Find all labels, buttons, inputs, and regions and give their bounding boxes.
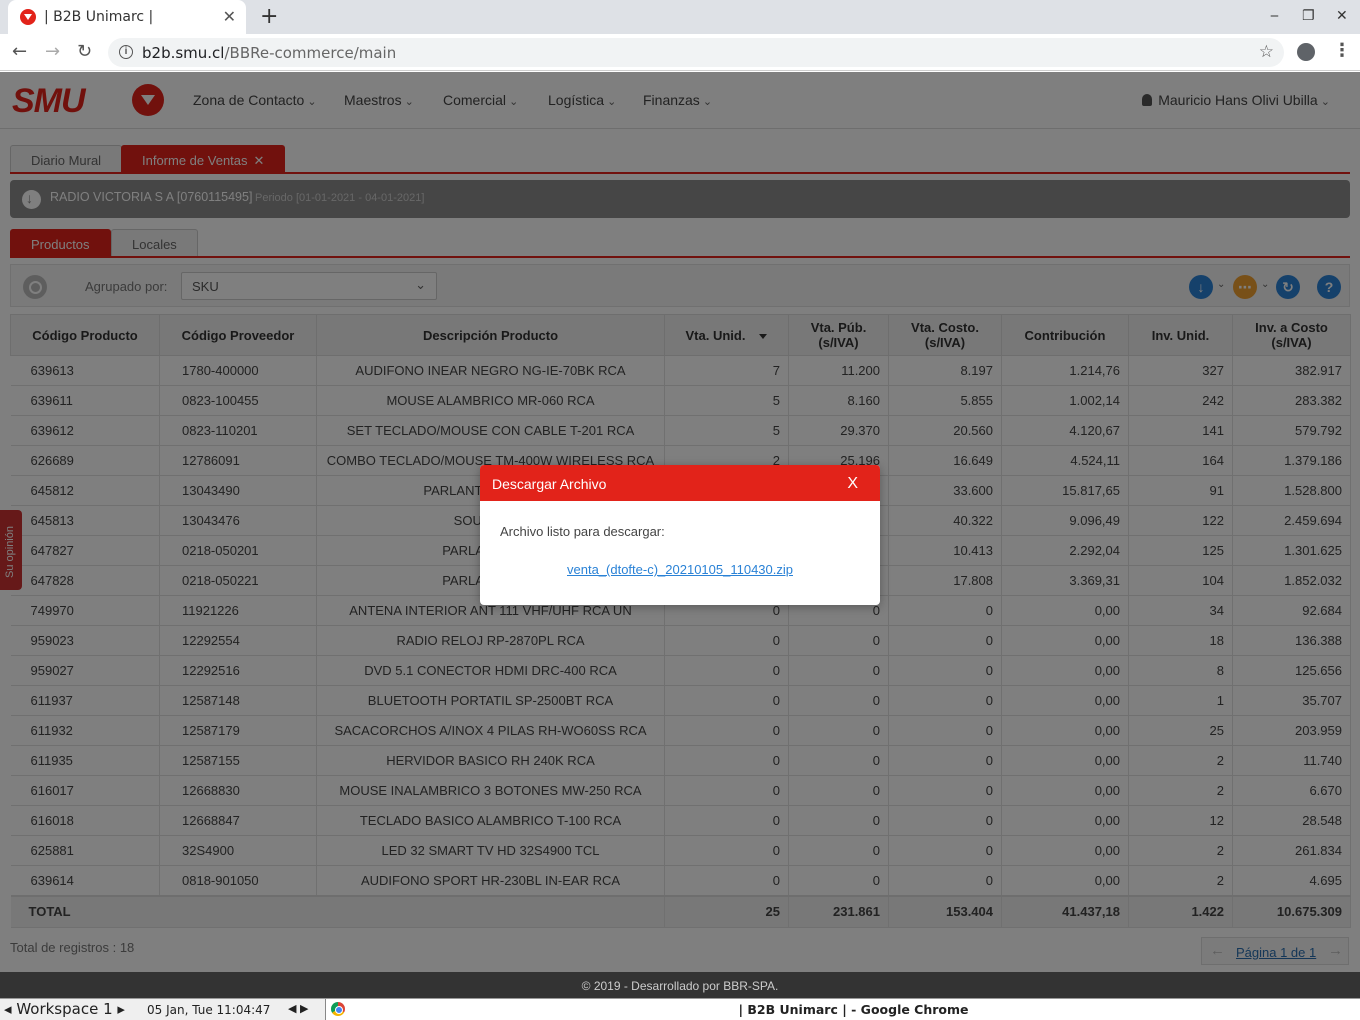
taskbar-window[interactable]: | B2B Unimarc | - Google Chrome [325, 999, 1360, 1020]
modal-close-button[interactable]: X [847, 475, 858, 493]
modal-header: Descargar Archivo X [480, 465, 880, 501]
site-info-icon[interactable]: i [119, 45, 133, 59]
back-icon[interactable]: ← [12, 41, 27, 62]
download-link[interactable]: venta_(dtofte-c)_20210105_110430.zip [480, 562, 880, 577]
bookmark-star-icon[interactable]: ☆ [1259, 42, 1274, 62]
browser-tab-title: | B2B Unimarc | [44, 9, 154, 25]
forward-icon[interactable]: → [45, 41, 60, 62]
window-nav-arrows[interactable]: ◀ ▶ [288, 1002, 308, 1015]
address-bar[interactable]: i b2b.smu.cl/BBRe-commerce/main ☆ [108, 38, 1284, 67]
minimize-icon[interactable]: ‒ [1270, 8, 1279, 24]
taskbar: ◂ Workspace 1 ▸ 05 Jan, Tue 11:04:47 ◀ ▶… [0, 998, 1360, 1020]
new-tab-icon[interactable]: + [260, 4, 278, 29]
workspace-switcher[interactable]: ◂ Workspace 1 ▸ [4, 1000, 125, 1018]
taskbar-window-title: | B2B Unimarc | - Google Chrome [738, 1002, 969, 1017]
close-tab-icon[interactable]: ✕ [223, 7, 236, 26]
unimarc-favicon-icon [20, 9, 36, 25]
close-window-icon[interactable]: ✕ [1336, 8, 1348, 24]
kebab-menu-icon[interactable]: ⋮ [1333, 40, 1351, 61]
restore-icon[interactable]: ❐ [1302, 8, 1315, 24]
clock: 05 Jan, Tue 11:04:47 [147, 1003, 271, 1017]
download-modal: Descargar Archivo X Archivo listo para d… [480, 465, 880, 605]
modal-message: Archivo listo para descargar: [500, 524, 665, 539]
modal-title: Descargar Archivo [492, 476, 607, 492]
browser-tab[interactable]: | B2B Unimarc | ✕ [8, 0, 246, 34]
browser-toolbar: ← → ↻ i b2b.smu.cl/BBRe-commerce/main ☆ … [0, 34, 1360, 71]
footer: © 2019 - Desarrollado por BBR-SPA. [0, 972, 1360, 998]
profile-icon[interactable] [1297, 43, 1315, 61]
reload-icon[interactable]: ↻ [77, 41, 92, 62]
browser-tabstrip: | B2B Unimarc | ✕ + ‒ ❐ ✕ [0, 0, 1360, 34]
url-text: b2b.smu.cl/BBRe-commerce/main [142, 44, 397, 62]
